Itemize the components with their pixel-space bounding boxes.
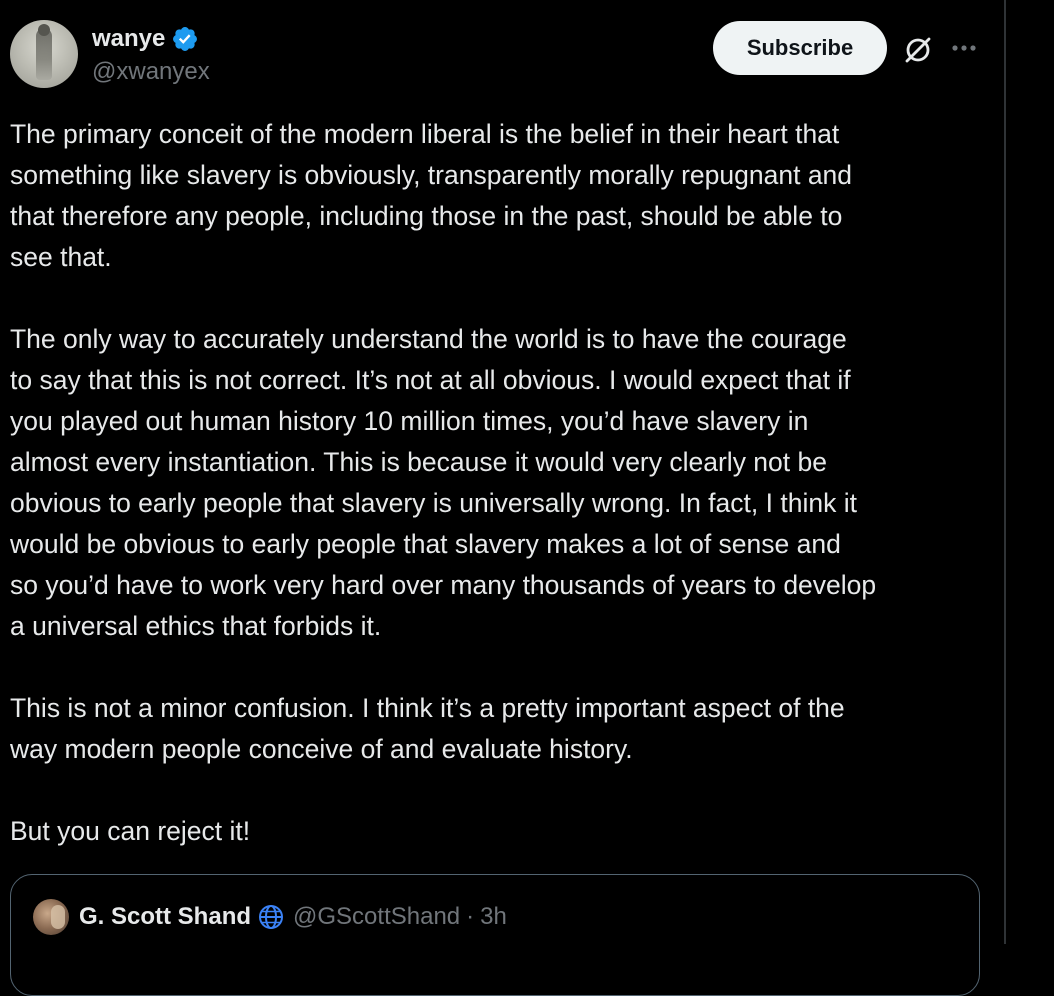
subscribe-button[interactable]: Subscribe	[713, 21, 887, 75]
column-divider	[1004, 0, 1006, 944]
author-avatar[interactable]	[10, 20, 78, 88]
quoted-tweet-header: G. Scott Shand @GScottShand · 3h	[33, 899, 507, 935]
quoted-tweet-card[interactable]: G. Scott Shand @GScottShand · 3h	[10, 874, 980, 996]
tweet-paragraph: The only way to accurately understand th…	[10, 319, 995, 647]
avatar-figure-head	[38, 24, 50, 36]
author-display-name[interactable]: wanye	[92, 25, 165, 53]
tweet-line: way modern people conceive of and evalua…	[10, 734, 633, 764]
tweet-line: This is not a minor confusion. I think i…	[10, 693, 845, 723]
tweet-line: you played out human history 10 million …	[10, 406, 809, 436]
tweet-line: something like slavery is obviously, tra…	[10, 160, 853, 190]
quoted-author-avatar[interactable]	[33, 899, 69, 935]
tweet-line: see that.	[10, 242, 112, 272]
grok-icon	[905, 37, 931, 63]
tweet-line: that therefore any people, including tho…	[10, 201, 843, 231]
quoted-author-handle[interactable]: @GScottShand	[293, 903, 460, 931]
tweet-line: obvious to early people that slavery is …	[10, 488, 857, 518]
author-name-row: wanye	[92, 22, 199, 56]
tweet: wanye @xwanyex Subscribe The primary con…	[0, 0, 1004, 996]
globe-icon	[259, 905, 284, 929]
tweet-line: would be obvious to early people that sl…	[10, 529, 841, 559]
quoted-timestamp[interactable]: 3h	[480, 903, 507, 931]
tweet-line: The primary conceit of the modern libera…	[10, 119, 840, 149]
quoted-meta-separator: ·	[466, 903, 475, 930]
tweet-line: so you’d have to work very hard over man…	[10, 570, 877, 600]
tweet-line: But you can reject it!	[10, 816, 251, 846]
tweet-line: The only way to accurately understand th…	[10, 324, 847, 354]
tweet-line: almost every instantiation. This is beca…	[10, 447, 827, 477]
grok-button[interactable]	[898, 30, 938, 70]
quoted-author-name[interactable]: G. Scott Shand	[79, 903, 251, 931]
tweet-line: to say that this is not correct. It’s no…	[10, 365, 851, 395]
tweet-paragraph: The primary conceit of the modern libera…	[10, 114, 995, 278]
more-icon	[952, 45, 976, 51]
tweet-paragraph: But you can reject it!	[10, 811, 995, 852]
tweet-paragraph: This is not a minor confusion. I think i…	[10, 688, 995, 770]
tweet-text: The primary conceit of the modern libera…	[10, 114, 995, 893]
tweet-line: a universal ethics that forbids it.	[10, 611, 382, 641]
author-handle[interactable]: @xwanyex	[92, 58, 210, 86]
more-options-button[interactable]	[946, 30, 982, 66]
verified-badge-icon	[173, 27, 198, 51]
